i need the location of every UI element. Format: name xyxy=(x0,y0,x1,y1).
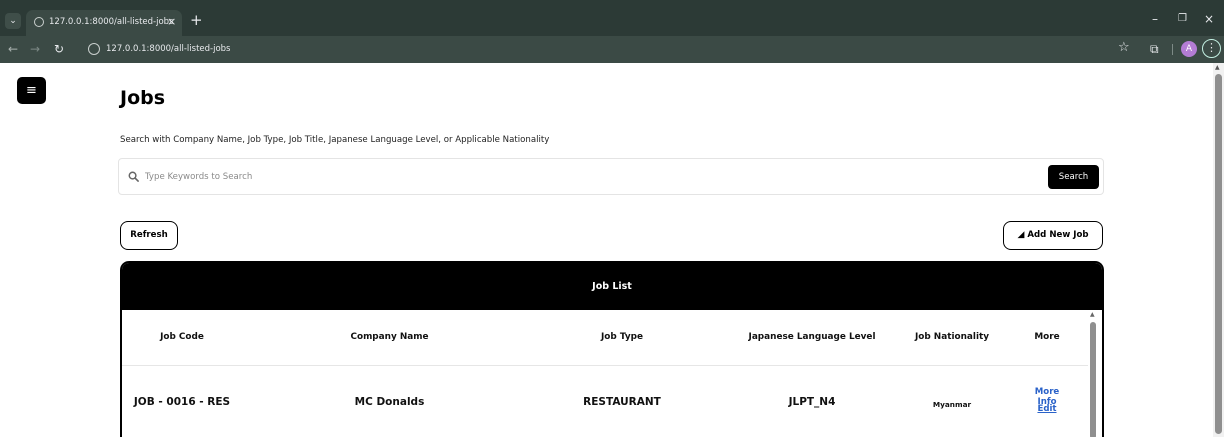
table-title: Job List xyxy=(122,263,1102,310)
url-text[interactable]: 127.0.0.1:8000/all-listed-jobs xyxy=(106,44,230,54)
profile-avatar[interactable]: A xyxy=(1181,41,1197,57)
close-window-button[interactable]: × xyxy=(1204,11,1214,27)
tab-all-listed-jobs[interactable]: 127.0.0.1:8000/all-listed-jobs × xyxy=(26,10,182,36)
company-name-cell: MC Donalds xyxy=(354,396,425,408)
refresh-button[interactable]: Refresh xyxy=(120,221,178,250)
page-scroll-thumb[interactable] xyxy=(1215,74,1222,434)
extensions-icon[interactable]: ⧉ xyxy=(1150,41,1159,57)
add-new-job-button[interactable]: ◢ Add New Job xyxy=(1003,221,1103,250)
job-type-cell: RESTAURANT xyxy=(583,396,661,408)
page-scroll-up-icon[interactable]: ▲ xyxy=(1215,64,1220,71)
search-box: Search xyxy=(118,158,1104,195)
search-icon xyxy=(128,171,139,182)
kebab-menu-icon[interactable]: ⋮ xyxy=(1202,39,1221,58)
star-icon[interactable]: ☆ xyxy=(1118,40,1130,56)
table-header-row: Job Code Company Name Job Type Japanese … xyxy=(122,310,1088,366)
address-bar[interactable]: 127.0.0.1:8000/all-listed-jobs xyxy=(80,40,1110,60)
toolbar-divider xyxy=(1172,44,1173,55)
hamburger-icon[interactable]: ≡ xyxy=(17,77,46,104)
add-new-job-label: Add New Job xyxy=(1027,230,1089,240)
reload-button[interactable]: ↻ xyxy=(54,41,64,57)
restore-button[interactable]: ❐ xyxy=(1178,11,1187,27)
nationality-cell: Myanmar xyxy=(932,400,972,409)
table-scrollbar[interactable] xyxy=(1090,322,1096,437)
table-row: JOB - 0016 - RES MC Donalds RESTAURANT J… xyxy=(122,366,1088,437)
tab-strip: ⌄ 127.0.0.1:8000/all-listed-jobs × + – ❐… xyxy=(0,8,1224,36)
job-code-cell: JOB - 0016 - RES xyxy=(133,396,231,408)
page-content: ≡ Jobs Search with Company Name, Job Typ… xyxy=(0,63,1224,437)
column-header-nationality[interactable]: Job Nationality xyxy=(902,332,1002,342)
column-header-job-type[interactable]: Job Type xyxy=(562,332,682,342)
page-scrollbar[interactable]: ▲ xyxy=(1213,63,1224,437)
globe-icon xyxy=(34,17,44,27)
language-level-cell: JLPT_N4 xyxy=(788,396,836,408)
search-button[interactable]: Search xyxy=(1048,165,1099,189)
window-frame xyxy=(0,0,1224,8)
job-list-table: Job List Job Code Company Name Job Type … xyxy=(120,261,1104,437)
edit-link[interactable]: Edit xyxy=(1027,404,1067,414)
table-scroll-up-icon[interactable]: ▲ xyxy=(1090,311,1095,318)
paper-plane-icon: ◢ xyxy=(1017,230,1025,240)
search-hint: Search with Company Name, Job Type, Job … xyxy=(120,135,550,145)
tab-list-icon[interactable]: ⌄ xyxy=(5,13,21,29)
tab-close-icon[interactable]: × xyxy=(167,15,176,29)
column-header-job-code[interactable]: Job Code xyxy=(122,332,242,342)
new-tab-button[interactable]: + xyxy=(190,12,203,28)
address-toolbar: ← → ↻ 127.0.0.1:8000/all-listed-jobs ☆ ⧉… xyxy=(0,36,1224,63)
column-header-company-name[interactable]: Company Name xyxy=(322,332,457,342)
back-button[interactable]: ← xyxy=(8,41,18,57)
column-header-language-level[interactable]: Japanese Language Level xyxy=(732,332,892,342)
forward-button[interactable]: → xyxy=(30,41,40,57)
page-title: Jobs xyxy=(120,87,166,109)
site-info-icon[interactable] xyxy=(88,43,100,55)
column-header-more: More xyxy=(1034,332,1060,342)
search-input[interactable] xyxy=(145,168,945,186)
tab-title: 127.0.0.1:8000/all-listed-jobs xyxy=(49,17,174,27)
minimize-button[interactable]: – xyxy=(1152,11,1158,27)
